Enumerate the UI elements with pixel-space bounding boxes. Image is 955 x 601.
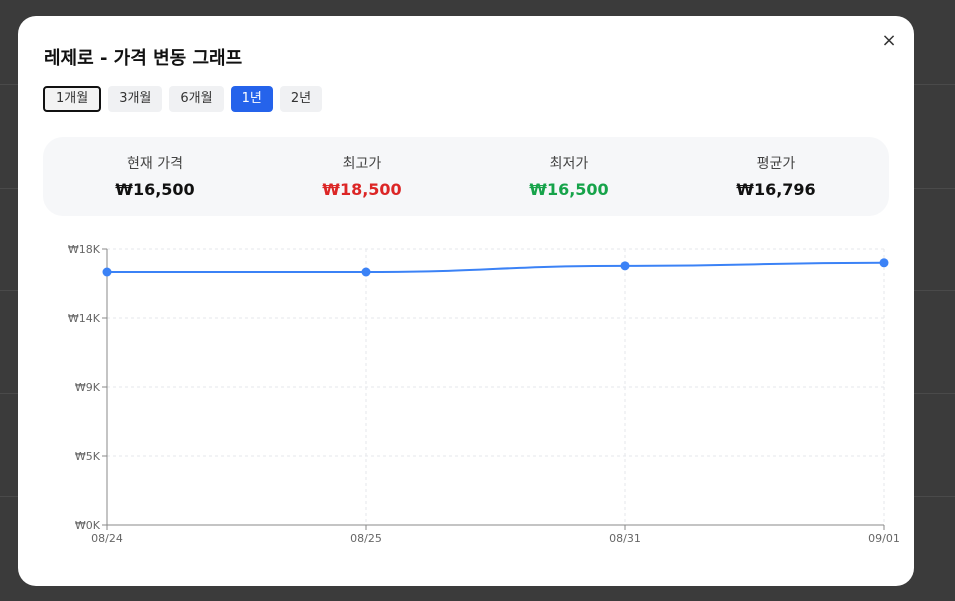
price-data-point [102,267,112,277]
price-data-point [879,258,889,268]
x-tick-label: 08/24 [91,532,123,545]
price-line-chart: ₩0K ₩5K ₩9K ₩14K ₩18K 08/24 08/25 08/31 09/01 [68,243,900,545]
y-tick-label: ₩0K [75,519,101,532]
y-tick-label: ₩18K [68,243,101,256]
price-data-point [620,261,630,271]
x-tick-label: 08/31 [609,532,641,545]
x-tick-label: 08/25 [350,532,382,545]
y-tick-label: ₩9K [75,381,101,394]
y-tick-label: ₩14K [68,312,101,325]
price-graph-modal: × 레제로 - 가격 변동 그래프 1개월 3개월 6개월 1년 2년 현재 가… [18,16,914,586]
price-data-point [361,267,371,277]
y-tick-label: ₩5K [75,450,101,463]
price-series-line [106,261,885,274]
x-tick-label: 09/01 [868,532,900,545]
